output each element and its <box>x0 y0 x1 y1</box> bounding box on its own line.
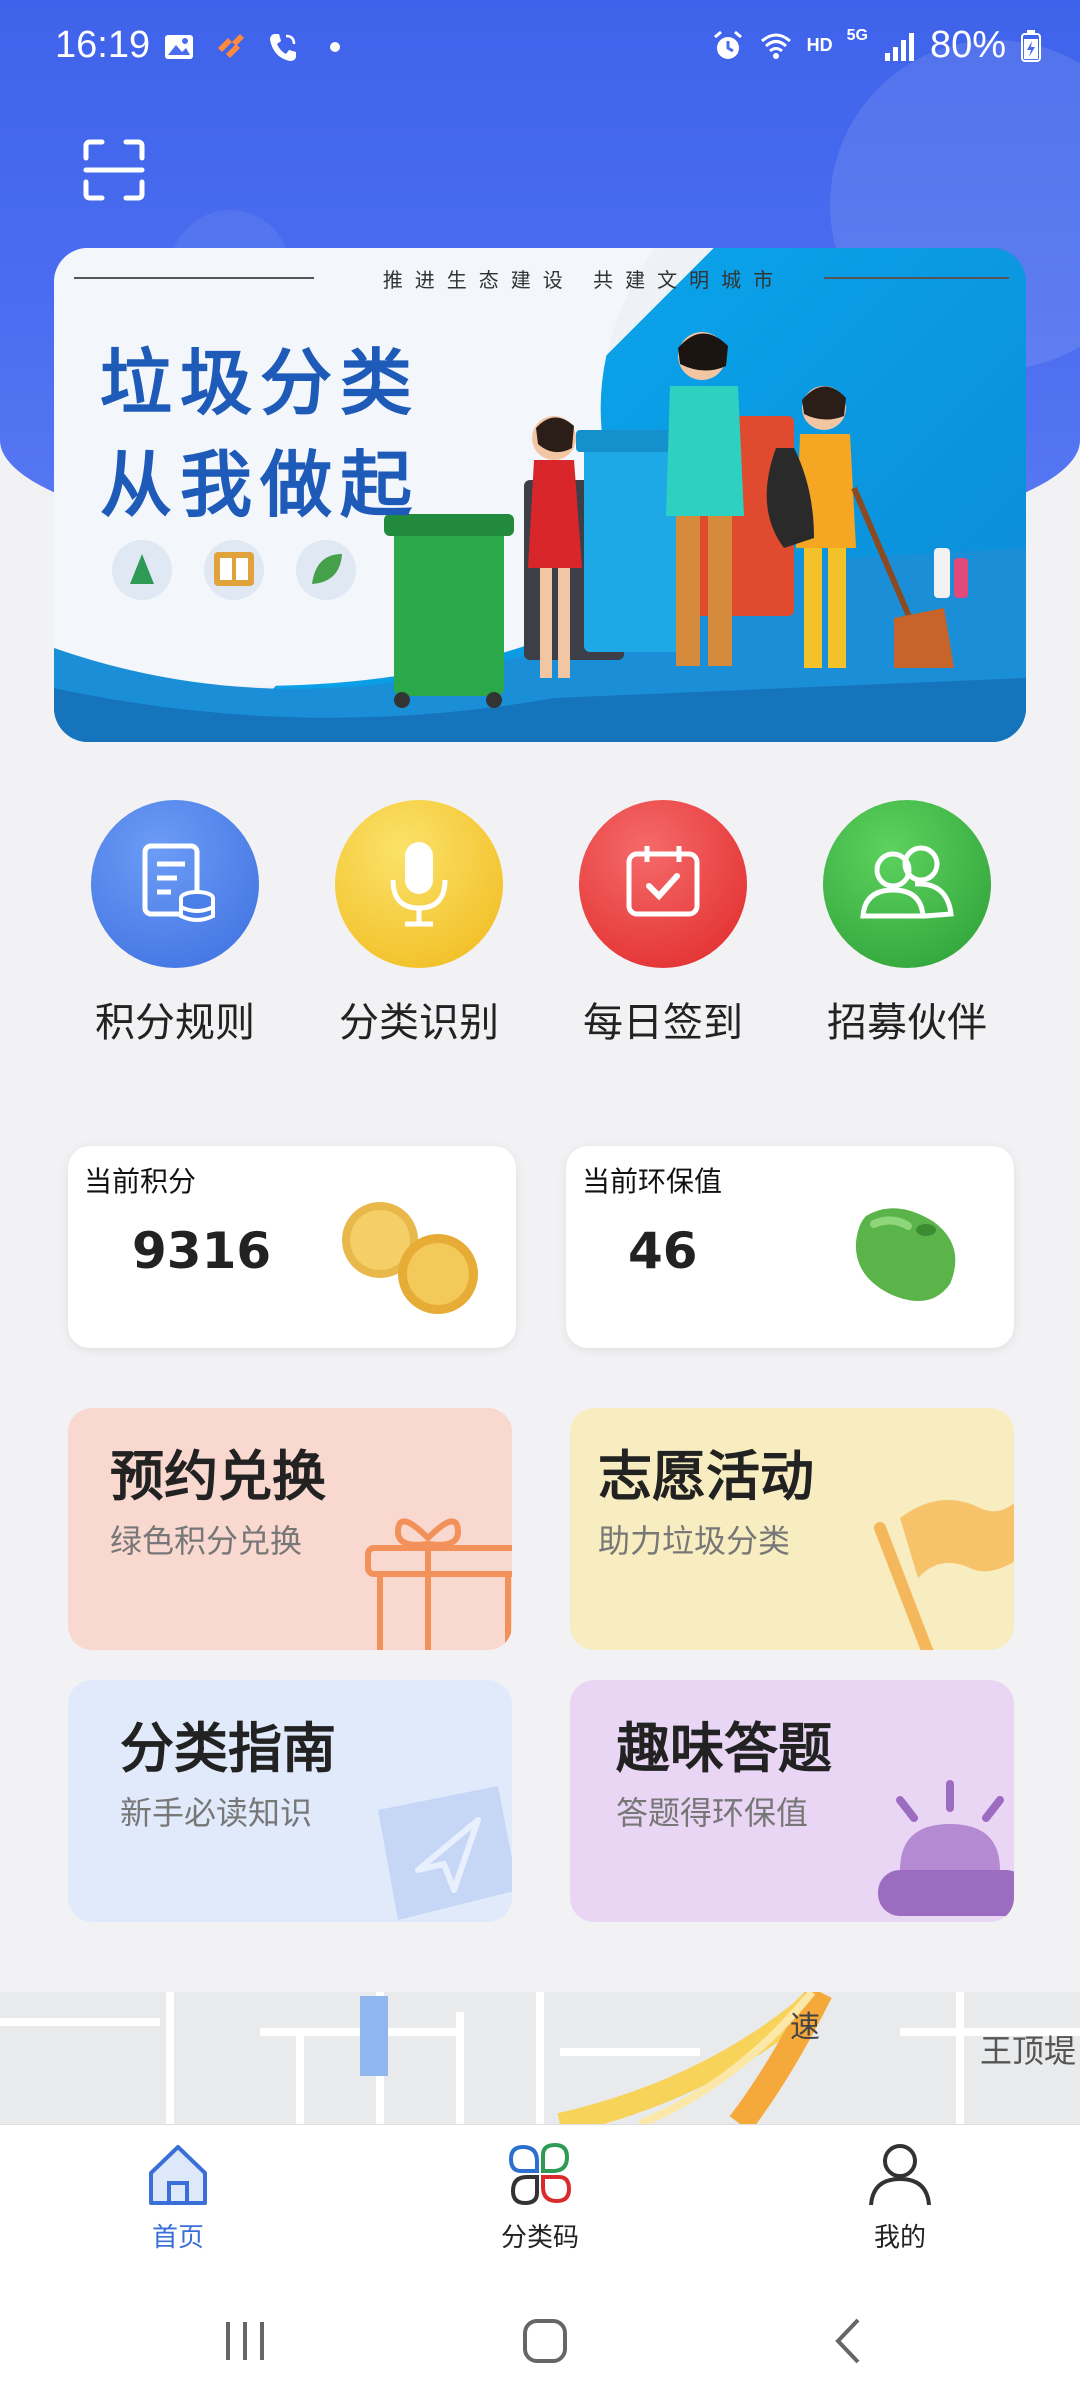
users-icon <box>823 800 991 968</box>
bottom-navigation: 首页 分类码 我的 <box>0 2124 1080 2274</box>
recent-apps-icon[interactable] <box>220 2318 270 2364</box>
calendar-check-icon <box>579 800 747 968</box>
quick-action-label: 分类识别 <box>339 1000 499 1046</box>
battery-charging-icon <box>1021 29 1041 62</box>
tile-classification-guide[interactable]: 分类指南 新手必读知识 <box>68 1680 512 1922</box>
banner-title-line1: 垃圾分类 <box>100 340 421 425</box>
promo-banner[interactable]: 推进生态建设 共建文明城市 垃圾分类 从我做起 <box>54 248 1026 742</box>
tile-fun-quiz[interactable]: 趣味答题 答题得环保值 <box>570 1680 1014 1922</box>
network-hd-label: HD <box>806 35 833 55</box>
eco-value-card[interactable]: 当前环保值 46 <box>566 1146 1014 1348</box>
quick-action-classify-recognition[interactable]: 分类识别 <box>319 800 519 1048</box>
nav-label: 分类码 <box>500 2223 579 2253</box>
tile-reservation-exchange[interactable]: 预约兑换 绿色积分兑换 <box>68 1408 512 1650</box>
tile-title: 预约兑换 <box>110 1445 326 1508</box>
banner-title-line2: 从我做起 <box>100 442 421 527</box>
status-bar: 16:19 HD 5G 80% <box>0 0 1080 100</box>
flag-icon <box>874 1500 1014 1650</box>
quick-action-label: 每日签到 <box>583 1000 743 1046</box>
coins-icon <box>342 1202 478 1314</box>
tile-title: 分类指南 <box>120 1717 336 1780</box>
buzzer-icon <box>878 1780 1014 1916</box>
tile-volunteer-activities[interactable]: 志愿活动 助力垃圾分类 <box>570 1408 1014 1650</box>
map-roads <box>0 1992 1080 2124</box>
tile-subtitle: 答题得环保值 <box>616 1794 809 1832</box>
alarm-icon <box>713 30 742 59</box>
battery-percentage: 80% <box>929 24 1006 66</box>
app-notification-icon <box>218 34 244 58</box>
tile-title: 趣味答题 <box>616 1717 832 1780</box>
status-time: 16:19 <box>55 24 151 66</box>
tile-subtitle: 绿色积分兑换 <box>110 1522 303 1560</box>
tile-subtitle: 新手必读知识 <box>120 1794 313 1832</box>
more-notifications-dot-icon <box>330 42 340 52</box>
microphone-icon <box>335 800 503 968</box>
category-code-icon <box>508 2142 572 2206</box>
nav-profile[interactable]: 我的 <box>820 2139 980 2254</box>
back-icon[interactable] <box>828 2316 868 2366</box>
map-preview[interactable]: 速 王顶堤 <box>0 1992 1080 2124</box>
eco-value-label: 当前环保值 <box>582 1165 723 1198</box>
quick-action-label: 积分规则 <box>95 1000 255 1046</box>
profile-icon <box>869 2144 931 2206</box>
current-points-value: 9316 <box>132 1222 272 1280</box>
tile-subtitle: 助力垃圾分类 <box>598 1522 791 1560</box>
quick-actions: 积分规则 分类识别 每日签到 招募伙伴 <box>0 800 1080 1050</box>
eco-value: 46 <box>628 1222 698 1280</box>
quick-action-points-rules[interactable]: 积分规则 <box>75 800 275 1048</box>
quick-action-label: 招募伙伴 <box>827 1000 987 1046</box>
map-place-label: 王顶堤 <box>979 2032 1076 2070</box>
document-database-icon <box>91 800 259 968</box>
quick-action-recruit-partners[interactable]: 招募伙伴 <box>807 800 1007 1048</box>
green-bean-icon <box>855 1208 956 1302</box>
gallery-icon <box>165 35 193 59</box>
signal-icon <box>884 32 914 61</box>
nav-label: 首页 <box>151 2223 204 2253</box>
tile-title: 志愿活动 <box>598 1445 814 1508</box>
current-points-card[interactable]: 当前积分 9316 <box>68 1146 516 1348</box>
map-road-label: 速 <box>790 2010 820 2045</box>
wifi-call-icon <box>270 34 296 61</box>
banner-slogan: 推进生态建设 共建文明城市 <box>382 268 786 292</box>
quick-action-daily-checkin[interactable]: 每日签到 <box>563 800 763 1048</box>
home-button-icon[interactable] <box>520 2316 570 2366</box>
home-icon <box>149 2145 207 2205</box>
nav-home[interactable]: 首页 <box>98 2139 258 2254</box>
guide-book-icon <box>378 1786 512 1920</box>
wifi-icon <box>760 33 791 59</box>
network-5g-label: 5G <box>846 26 868 44</box>
current-points-label: 当前积分 <box>84 1165 197 1198</box>
gift-icon <box>365 1518 512 1650</box>
scan-icon[interactable] <box>82 138 146 202</box>
nav-label: 我的 <box>873 2223 926 2253</box>
nav-category-code[interactable]: 分类码 <box>460 2139 620 2254</box>
system-navigation-bar <box>0 2274 1080 2400</box>
